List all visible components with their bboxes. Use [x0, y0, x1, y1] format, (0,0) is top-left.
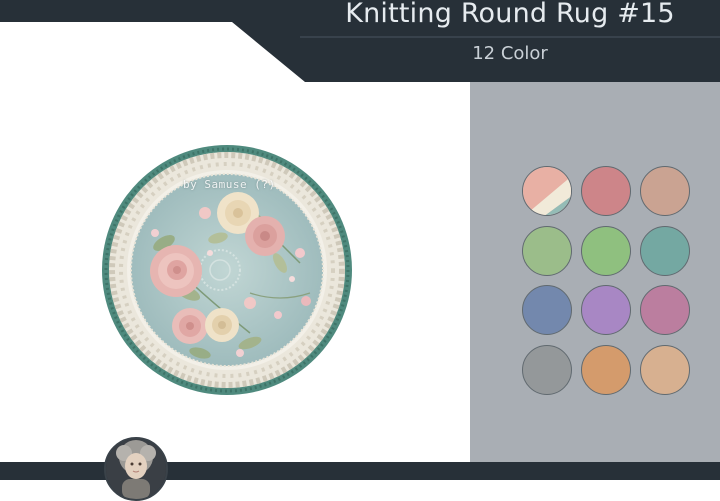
swatch-dusty-rose[interactable] [581, 166, 631, 216]
color-swatch-panel [470, 82, 720, 462]
swatch-green[interactable] [581, 226, 631, 276]
avatar-portrait-icon [106, 439, 166, 499]
swatch-lavender[interactable] [581, 285, 631, 335]
swatch-tan[interactable] [640, 166, 690, 216]
swatch-mauve[interactable] [640, 285, 690, 335]
swatch-sage[interactable] [522, 226, 572, 276]
swatch-orange[interactable] [581, 345, 631, 395]
avatar[interactable] [104, 437, 168, 501]
multicolor-stripes [523, 167, 571, 215]
swatch-blue[interactable] [522, 285, 572, 335]
color-count-subtitle: 12 Color [472, 43, 548, 64]
swatch-teal[interactable] [640, 226, 690, 276]
page-title: Knitting Round Rug #15 [345, 0, 675, 29]
watermark-text: by Samuse (?) [183, 178, 276, 191]
swatch-grey[interactable] [522, 345, 572, 395]
swatch-peach[interactable] [640, 345, 690, 395]
swatch-multicolor[interactable] [522, 166, 572, 216]
